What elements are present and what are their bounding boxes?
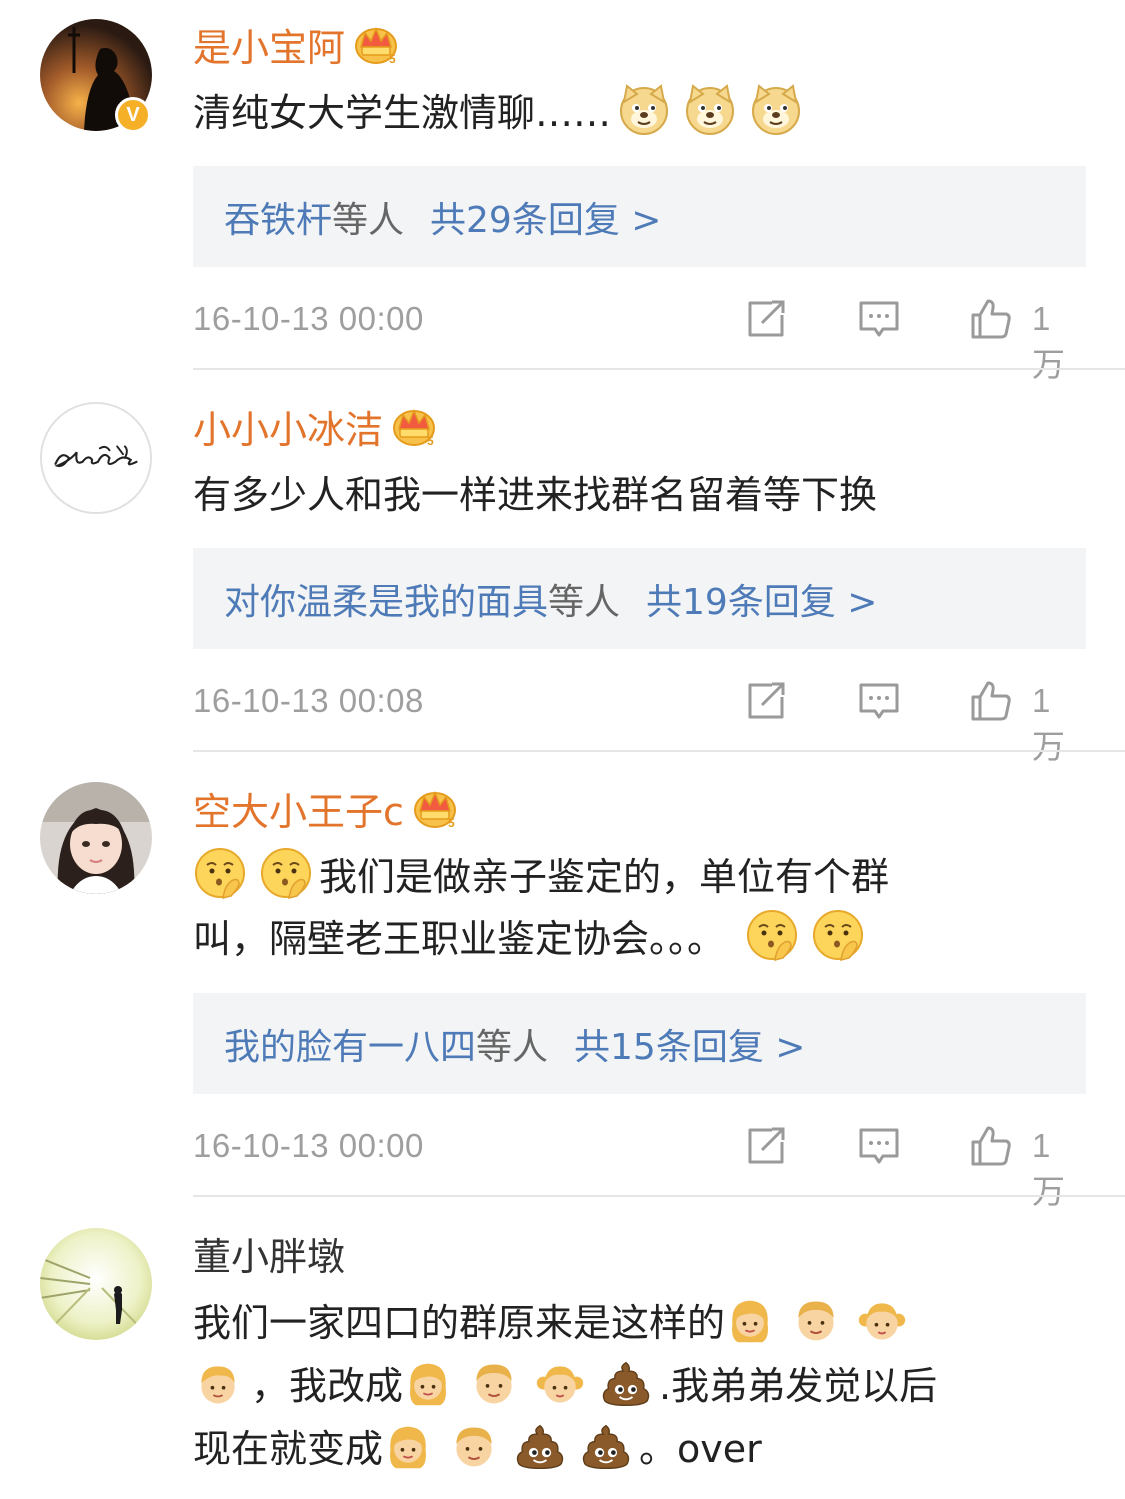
doge-emoji bbox=[749, 82, 803, 136]
reply-etc: 等人 bbox=[332, 199, 405, 241]
reply-summary[interactable]: 对你温柔是我的面具 等人 共19条回复 > bbox=[193, 548, 1086, 649]
username[interactable]: 董小胖墩 bbox=[193, 1226, 345, 1281]
username-row: 小小小冰洁 bbox=[193, 398, 437, 454]
comment-icon[interactable] bbox=[857, 679, 901, 723]
comment-meta: 16-10-13 00:00 1万 bbox=[193, 294, 1083, 383]
username[interactable]: 是小宝阿 bbox=[193, 17, 345, 72]
repost-icon[interactable] bbox=[744, 1124, 788, 1168]
reply-count-link[interactable]: 共19条回复 > bbox=[646, 573, 877, 625]
reply-count-link[interactable]: 共29条回复 > bbox=[430, 191, 661, 243]
comment-text-line2: 叫，隔壁老王职业鉴定协会。。。 bbox=[193, 917, 726, 961]
avatar[interactable] bbox=[40, 402, 152, 514]
girl-emoji bbox=[857, 1296, 907, 1346]
woman-emoji bbox=[403, 1359, 453, 1409]
girl-emoji bbox=[535, 1359, 585, 1409]
thumbs-up-icon[interactable] bbox=[969, 297, 1013, 341]
username[interactable]: 空大小王子c bbox=[193, 781, 404, 836]
divider bbox=[193, 750, 1125, 752]
comment-text-part3: .我弟弟发觉以后 bbox=[659, 1364, 938, 1408]
repost-icon[interactable] bbox=[744, 679, 788, 723]
username[interactable]: 小小小冰洁 bbox=[193, 399, 383, 454]
username-row: 董小胖墩 bbox=[193, 1225, 345, 1281]
comment-meta: 16-10-13 00:00 1万 bbox=[193, 1121, 1083, 1210]
reply-count-link[interactable]: 共15条回复 > bbox=[574, 1018, 805, 1070]
thinking-emoji bbox=[745, 908, 799, 962]
comment-text-content: 清纯女大学生激情聊…… bbox=[193, 91, 612, 135]
comment-meta: 16-10-13 00:08 1万 bbox=[193, 676, 1083, 765]
poop-emoji bbox=[515, 1422, 565, 1472]
reply-summary[interactable]: 吞铁杆 等人 共29条回复 > bbox=[193, 166, 1086, 267]
man-emoji bbox=[791, 1296, 841, 1346]
thinking-emoji bbox=[811, 908, 865, 962]
like-count: 1万 bbox=[1032, 1127, 1065, 1210]
thinking-emoji bbox=[193, 846, 247, 900]
username-row: 空大小王子c bbox=[193, 780, 458, 836]
doge-emoji bbox=[617, 82, 671, 136]
divider bbox=[193, 1195, 1125, 1197]
crown-icon bbox=[353, 23, 399, 65]
verified-badge: V bbox=[115, 97, 151, 133]
reply-names[interactable]: 我的脸有一八四 bbox=[224, 1018, 476, 1070]
crown-icon bbox=[412, 787, 458, 829]
comment-text: 我们是做亲子鉴定的，单位有个群 叫，隔壁老王职业鉴定协会。。。 bbox=[193, 846, 1073, 970]
thinking-emoji bbox=[259, 846, 313, 900]
thumbs-up-icon[interactable] bbox=[969, 1124, 1013, 1168]
comment-text-part1: 我们一家四口的群原来是这样的 bbox=[193, 1301, 726, 1345]
comment-text: 有多少人和我一样进来找群名留着等下换 bbox=[193, 473, 878, 517]
doge-emoji bbox=[683, 82, 737, 136]
man-emoji bbox=[449, 1422, 499, 1472]
avatar[interactable] bbox=[40, 1228, 152, 1340]
like-count: 1万 bbox=[1032, 300, 1065, 383]
comment-text-part2: ，我改成 bbox=[251, 1364, 404, 1408]
crown-icon bbox=[391, 405, 437, 447]
timestamp: 16-10-13 00:08 bbox=[193, 682, 424, 719]
comment-text-line1: 我们是做亲子鉴定的，单位有个群 bbox=[319, 855, 890, 899]
poop-emoji bbox=[581, 1422, 631, 1472]
comment-icon[interactable] bbox=[857, 297, 901, 341]
comment-text-part5: 。over bbox=[639, 1427, 762, 1471]
divider bbox=[193, 368, 1125, 370]
username-row: 是小宝阿 bbox=[193, 16, 399, 72]
man-emoji bbox=[469, 1359, 519, 1409]
avatar[interactable] bbox=[40, 782, 152, 894]
comment-text-part4: 现在就变成 bbox=[193, 1427, 384, 1471]
comment-text: 我们一家四口的群原来是这样的 ，我改成 .我弟弟发觉以后 现在就变成 。over bbox=[193, 1292, 1073, 1481]
comment-text: 清纯女大学生激情聊…… bbox=[193, 82, 1073, 144]
comment-icon[interactable] bbox=[857, 1124, 901, 1168]
woman-emoji bbox=[383, 1422, 433, 1472]
woman-emoji bbox=[725, 1296, 775, 1346]
like-count: 1万 bbox=[1032, 682, 1065, 765]
thumbs-up-icon[interactable] bbox=[969, 679, 1013, 723]
reply-names[interactable]: 吞铁杆 bbox=[224, 191, 332, 243]
reply-summary[interactable]: 我的脸有一八四 等人 共15条回复 > bbox=[193, 993, 1086, 1094]
poop-emoji bbox=[601, 1359, 651, 1409]
boy-emoji bbox=[193, 1359, 243, 1409]
timestamp: 16-10-13 00:00 bbox=[193, 300, 424, 337]
timestamp: 16-10-13 00:00 bbox=[193, 1127, 424, 1164]
reply-etc: 等人 bbox=[476, 1026, 549, 1068]
reply-etc: 等人 bbox=[548, 581, 621, 623]
repost-icon[interactable] bbox=[744, 297, 788, 341]
reply-names[interactable]: 对你温柔是我的面具 bbox=[224, 573, 548, 625]
